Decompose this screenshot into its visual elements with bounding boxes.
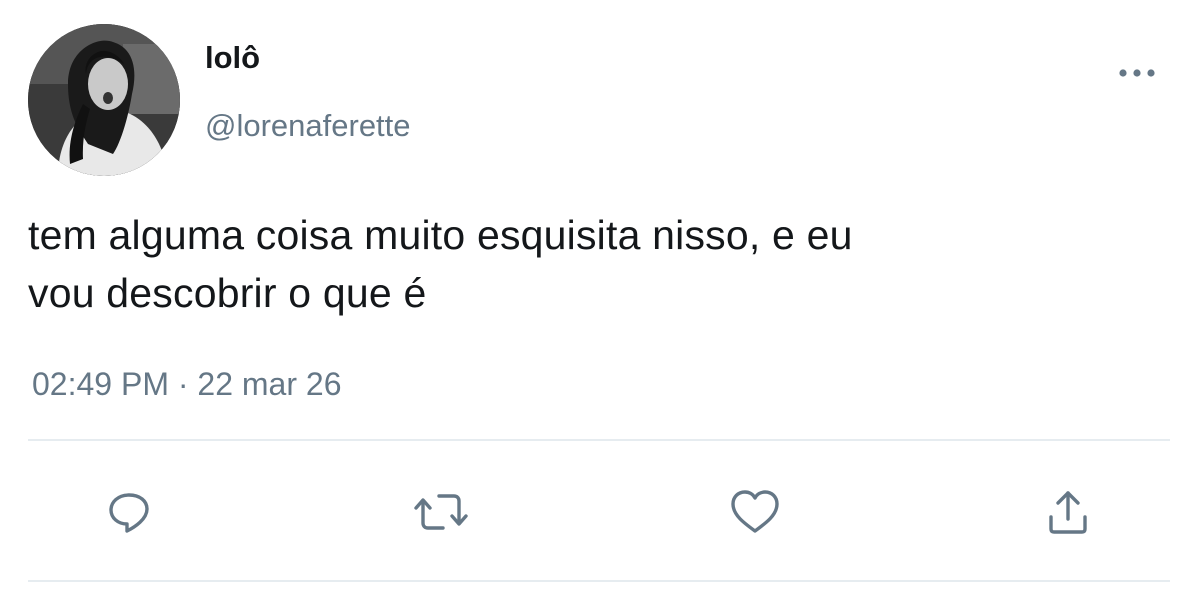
retweet-button[interactable] — [413, 484, 469, 540]
heart-icon — [731, 490, 779, 533]
divider — [28, 580, 1170, 582]
share-icon — [1049, 491, 1087, 534]
avatar-photo — [28, 24, 180, 176]
more-options-button[interactable] — [1112, 56, 1162, 90]
reply-icon — [109, 493, 149, 533]
divider — [28, 439, 1170, 441]
tweet-text-line: vou descobrir o que é — [28, 270, 427, 316]
tweet-timestamp[interactable]: 02:49 PM · 22 mar 26 — [32, 362, 341, 406]
display-name[interactable]: lolô — [205, 38, 260, 78]
like-button[interactable] — [727, 484, 783, 540]
tweet-date: 22 mar 26 — [197, 366, 342, 402]
retweet-icon — [414, 494, 468, 530]
tweet-text-line: tem alguma coisa muito esquisita nisso, … — [28, 212, 853, 258]
share-button[interactable] — [1040, 484, 1096, 540]
tweet-card: lolô @lorenaferette tem alguma coisa mui… — [0, 0, 1200, 600]
tweet-text: tem alguma coisa muito esquisita nisso, … — [28, 206, 1158, 322]
meta-separator: · — [177, 366, 189, 402]
user-handle[interactable]: @lorenaferette — [205, 106, 411, 146]
more-dots-icon — [1119, 69, 1155, 77]
avatar[interactable] — [28, 24, 180, 176]
tweet-time: 02:49 PM — [32, 366, 169, 402]
reply-button[interactable] — [101, 484, 157, 540]
